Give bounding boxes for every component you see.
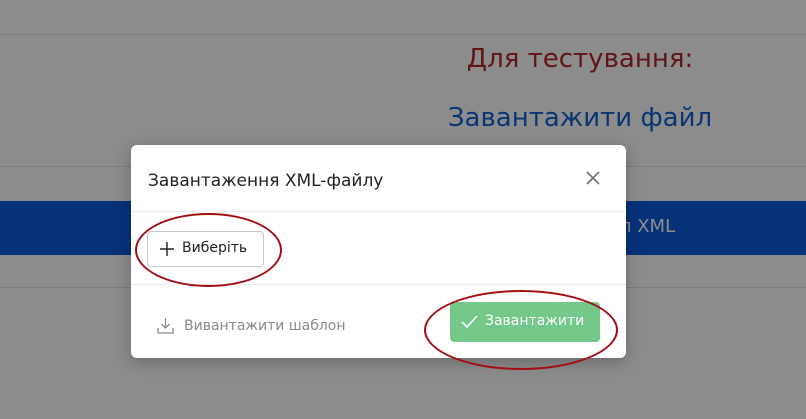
upload-button[interactable]: Завантажити: [450, 302, 600, 342]
select-file-button[interactable]: Виберіть: [147, 231, 264, 267]
download-icon: [157, 318, 174, 334]
plus-icon: [160, 242, 174, 256]
modal-header: Завантаження XML-файлу: [131, 145, 626, 212]
modal-body: Виберіть: [131, 212, 626, 285]
xml-upload-modal: Завантаження XML-файлу Виберіть Вивантаж…: [131, 145, 626, 358]
upload-button-label: Завантажити: [485, 313, 585, 329]
download-template-label: Вивантажити шаблон: [184, 318, 346, 334]
modal-title: Завантаження XML-файлу: [148, 171, 384, 191]
close-icon[interactable]: [583, 168, 603, 188]
select-file-label: Виберіть: [182, 240, 248, 256]
check-icon: [461, 315, 478, 329]
